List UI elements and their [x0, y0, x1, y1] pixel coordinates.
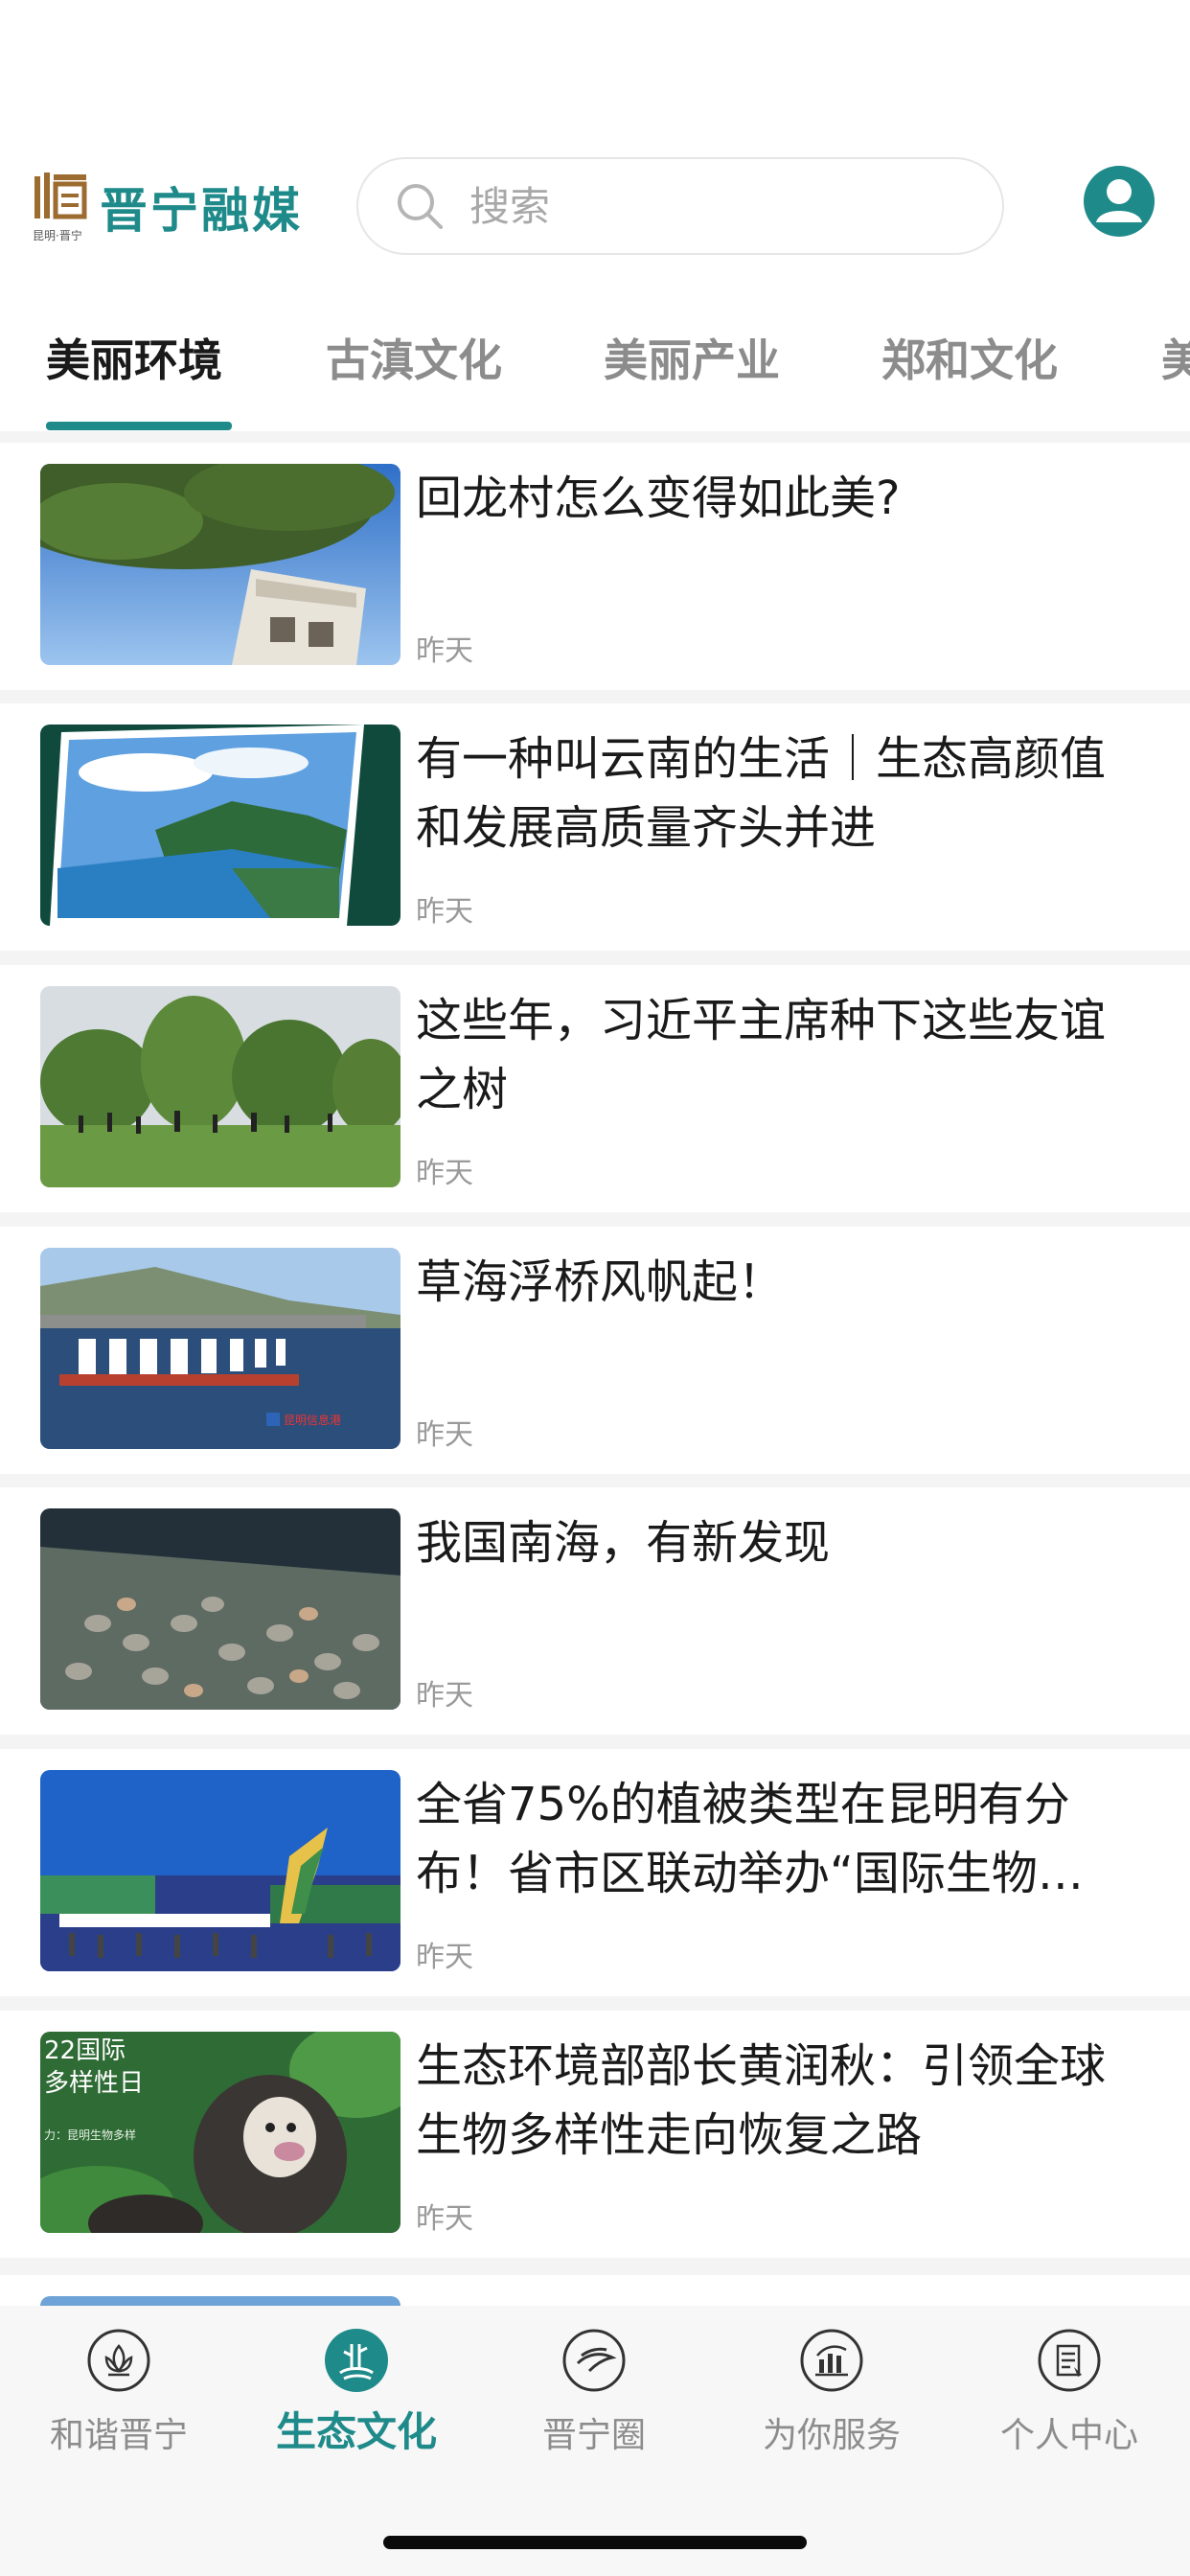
article-thumbnail [40, 464, 400, 665]
list-item[interactable]: 我国南海，有新发现 昨天 [0, 1487, 1190, 1735]
article-thumbnail [40, 2296, 400, 2306]
nav-profile[interactable]: 个人中心 [950, 2327, 1188, 2457]
list-item[interactable]: 昆明信息港 草海浮桥风帆起！ 昨天 [0, 1227, 1190, 1474]
home-indicator[interactable] [383, 2536, 807, 2549]
app-logo[interactable]: 昆明·晋宁 晋宁融媒 [33, 171, 303, 243]
list-item[interactable] [0, 2275, 1190, 2306]
tab-zhenghe-culture[interactable]: 郑和文化 [881, 326, 1058, 389]
tab-ancient-dian-culture[interactable]: 古滇文化 [326, 326, 502, 389]
article-title[interactable]: 回龙村怎么变得如此美? [416, 464, 1144, 533]
poster-text-line1: 22国际 [44, 2036, 126, 2065]
tab-beautiful-environment[interactable]: 美丽环境 [46, 326, 222, 389]
list-item[interactable]: 有一种叫云南的生活｜生态高颜值和发展高质量齐头并进 昨天 [0, 703, 1190, 951]
article-title[interactable]: 这些年，习近平主席种下这些友谊之树 [416, 986, 1144, 1124]
tab-more[interactable]: 美 [1161, 326, 1190, 389]
search-icon [398, 184, 443, 229]
list-item[interactable]: 回龙村怎么变得如此美? 昨天 [0, 443, 1190, 690]
article-time: 昨天 [416, 1679, 473, 1713]
nav-label: 个人中心 [999, 2416, 1138, 2455]
article-thumbnail [40, 724, 400, 926]
article-title[interactable]: 我国南海，有新发现 [416, 1508, 1144, 1577]
tab-beautiful-industry[interactable]: 美丽产业 [604, 326, 780, 389]
nav-eco-culture[interactable]: 生态文化 [238, 2327, 475, 2458]
search-input[interactable] [468, 181, 931, 231]
nav-label: 和谐晋宁 [49, 2416, 188, 2455]
thumbnail-watermark: 昆明信息港 [284, 1413, 341, 1427]
category-tabs: 美丽环境 古滇文化 美丽产业 郑和文化 美 [0, 316, 1190, 431]
list-item[interactable]: 全省75%的植被类型在昆明有分布！省市区联动举办“国际生物… 昨天 [0, 1749, 1190, 1996]
logo-title: 晋宁融媒 [100, 183, 303, 239]
article-title[interactable]: 草海浮桥风帆起！ [416, 1248, 1144, 1317]
article-time: 昨天 [416, 1157, 473, 1190]
lotus-icon [87, 2329, 150, 2392]
nav-jinning-circle[interactable]: 晋宁圈 [475, 2327, 713, 2457]
avatar-icon[interactable] [1083, 165, 1156, 238]
poster-text-line3: 力：昆明生物多样 [44, 2128, 136, 2142]
article-thumbnail: 22国际 多样性日 力：昆明生物多样 [40, 2032, 400, 2233]
list-item[interactable]: 22国际 多样性日 力：昆明生物多样 生态环境部部长黄润秋：引领全球生物多样性走… [0, 2011, 1190, 2258]
article-title[interactable]: 生态环境部部长黄润秋：引领全球生物多样性走向恢复之路 [416, 2032, 1144, 2170]
article-time: 昨天 [416, 1418, 473, 1452]
article-title[interactable]: 全省75%的植被类型在昆明有分布！省市区联动举办“国际生物… [416, 1770, 1144, 1908]
circle-bird-icon [562, 2329, 626, 2392]
article-time: 昨天 [416, 2202, 473, 2236]
list-item[interactable]: 这些年，习近平主席种下这些友谊之树 昨天 [0, 965, 1190, 1212]
article-time: 昨天 [416, 1941, 473, 1974]
service-chart-icon [800, 2329, 863, 2392]
search-bar[interactable] [356, 157, 1004, 255]
article-list[interactable]: 回龙村怎么变得如此美? 昨天 有一种叫云南的生活｜生态高颜值和发展高质量齐头并进… [0, 443, 1190, 2306]
nav-label: 为你服务 [762, 2416, 901, 2455]
app-header: 昆明·晋宁 晋宁融媒 美丽环境 古滇文化 美丽产业 郑和文化 美 [0, 0, 1190, 443]
profile-doc-icon [1038, 2329, 1101, 2392]
article-thumbnail [40, 1770, 400, 1971]
poster-text-line2: 多样性日 [44, 2069, 144, 2098]
article-title[interactable]: 有一种叫云南的生活｜生态高颜值和发展高质量齐头并进 [416, 724, 1144, 862]
nav-service[interactable]: 为你服务 [713, 2327, 950, 2457]
nav-label: 晋宁圈 [541, 2416, 646, 2455]
nav-harmony-jinning[interactable]: 和谐晋宁 [0, 2327, 238, 2457]
active-tab-indicator [46, 422, 232, 430]
logo-caption: 昆明·晋宁 [33, 228, 82, 242]
article-time: 昨天 [416, 895, 473, 929]
article-thumbnail: 昆明信息港 [40, 1248, 400, 1449]
article-time: 昨天 [416, 634, 473, 668]
nav-label: 生态文化 [275, 2408, 437, 2455]
article-thumbnail [40, 1508, 400, 1710]
divider [0, 431, 1190, 443]
eco-icon [325, 2329, 388, 2392]
article-thumbnail [40, 986, 400, 1187]
logo-mark-icon: 昆明·晋宁 [33, 171, 88, 243]
